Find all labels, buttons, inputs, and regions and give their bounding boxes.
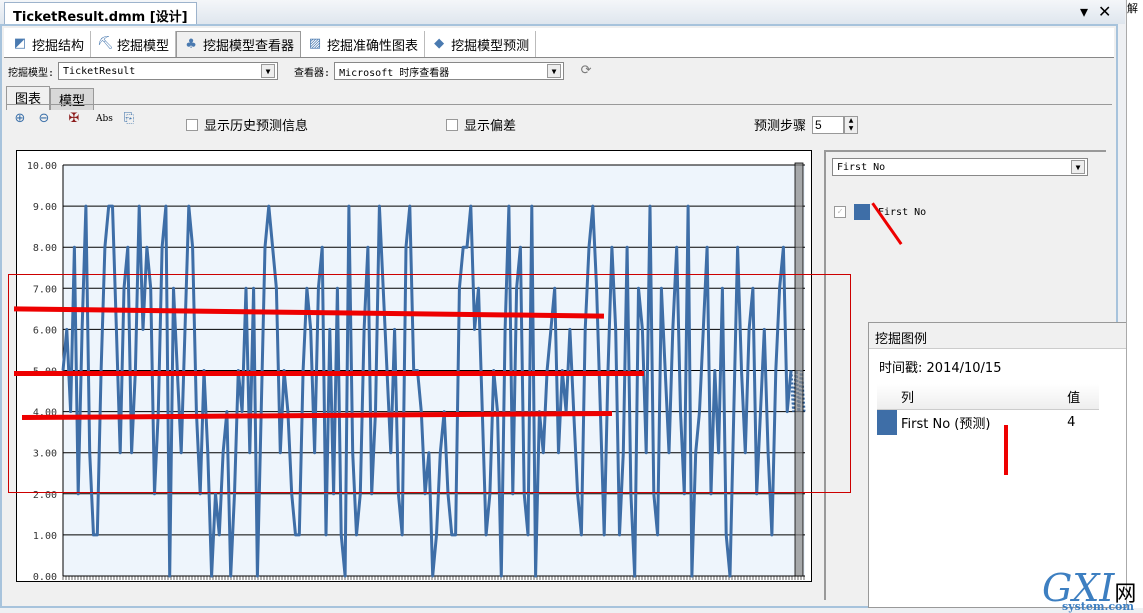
series-select[interactable]: First No ▼ xyxy=(832,158,1088,176)
zoom-out-icon[interactable]: ⊖ xyxy=(36,111,52,127)
mining-structure-icon: ◩ xyxy=(13,36,27,51)
tab-designer-1[interactable]: ⛏ 挖掘模型 xyxy=(91,31,177,57)
close-icon[interactable]: ✕ xyxy=(1098,2,1111,21)
legend-table-header: 列 值 xyxy=(877,384,1099,410)
annotation-box xyxy=(8,274,851,493)
tab-designer-2[interactable]: ♣ 挖掘模型查看器 xyxy=(176,31,302,57)
tab-designer-0[interactable]: ◩ 挖掘结构 xyxy=(6,31,92,57)
accuracy-chart-icon: ▨ xyxy=(308,36,322,51)
document-tab-bar: TicketResult.dmm [设计] ▾ ✕ xyxy=(0,0,1125,25)
row-color-swatch xyxy=(877,409,897,435)
series-select-value: First No xyxy=(837,161,886,173)
chevron-down-icon: ▼ xyxy=(261,64,276,78)
viewer-select[interactable]: Microsoft 时序查看器 ▼ xyxy=(334,62,565,80)
tab-list-icon[interactable]: ▾ xyxy=(1080,2,1088,21)
timestamp-row: 时间戳: 2014/10/15 xyxy=(869,349,1142,384)
legend-table: 列 值 First No (预测) 4 xyxy=(877,384,1099,435)
timestamp-value: 2014/10/15 xyxy=(926,361,1002,376)
show-history-option[interactable]: 显示历史预测信息 xyxy=(186,115,308,134)
prediction-steps-label: 预测步骤 xyxy=(754,119,807,134)
prediction-steps: 预测步骤 ▲▼ xyxy=(754,115,859,134)
prediction-steps-spinner[interactable]: ▲ ▼ xyxy=(844,115,859,134)
prediction-icon: ◆ xyxy=(434,36,445,51)
solution-explorer-pane: 解 xyxy=(1126,0,1143,608)
tab-label: 挖掘模型预测 xyxy=(451,38,530,54)
watermark: GXI网 system.com xyxy=(1042,566,1136,613)
series-color-swatch xyxy=(854,204,870,220)
tab-designer-4[interactable]: ◆ 挖掘模型预测 xyxy=(425,31,537,57)
annotation-arrow xyxy=(1004,425,1008,475)
y-tick-label: 8.00 xyxy=(33,243,57,254)
model-select[interactable]: TicketResult ▼ xyxy=(58,62,279,80)
model-select-value: TicketResult xyxy=(63,65,136,77)
show-deviation-checkbox[interactable] xyxy=(446,118,458,131)
column-header: 列 xyxy=(897,384,1064,410)
document-tab[interactable]: TicketResult.dmm [设计] xyxy=(4,2,197,25)
viewer-select-value: Microsoft 时序查看器 xyxy=(339,67,450,79)
fit-icon[interactable]: ✠ xyxy=(66,111,82,127)
swatch-header xyxy=(877,384,897,410)
tab-label: 挖掘结构 xyxy=(32,38,85,54)
model-viewer-icon: ♣ xyxy=(185,36,197,52)
timestamp-label: 时间戳: xyxy=(879,361,923,376)
designer-tabs: ◩ 挖掘结构 ⛏ 挖掘模型 ♣ 挖掘模型查看器 ▨ 挖掘准确性图表 ◆ 挖掘模型预测 xyxy=(4,28,1114,58)
table-row: First No (预测) 4 xyxy=(877,409,1099,435)
prediction-steps-input[interactable] xyxy=(812,115,845,134)
chart-toolbar: ⊕ ⊖ ✠ Abs ⎘ xyxy=(12,111,137,127)
mining-model-icon: ⛏ xyxy=(97,36,114,51)
watermark-site: system.com xyxy=(1062,600,1134,613)
value-header: 值 xyxy=(1063,384,1099,410)
solution-explorer-title: 解 xyxy=(1127,2,1138,15)
y-tick-label: 9.00 xyxy=(33,202,57,213)
tab-designer-3[interactable]: ▨ 挖掘准确性图表 xyxy=(301,31,426,57)
y-tick-label: 1.00 xyxy=(33,531,57,542)
chevron-down-icon: ▼ xyxy=(1071,160,1085,174)
tab-label: 挖掘模型查看器 xyxy=(203,39,295,54)
abs-button[interactable]: Abs xyxy=(96,114,113,124)
tab-label: 挖掘模型 xyxy=(117,38,170,54)
copy-icon[interactable]: ⎘ xyxy=(121,111,137,127)
row-value: 4 xyxy=(1067,415,1076,430)
annotation-arrow xyxy=(14,371,644,376)
zoom-in-icon[interactable]: ⊕ xyxy=(12,111,28,127)
show-history-checkbox[interactable] xyxy=(186,118,198,131)
y-tick-label: 10.00 xyxy=(27,161,57,172)
show-deviation-label: 显示偏差 xyxy=(464,119,517,134)
model-row: 挖掘模型: TicketResult ▼ 查看器: Microsoft 时序查看… xyxy=(8,62,594,80)
mining-legend-title: 挖掘图例 xyxy=(869,323,1142,349)
show-history-label: 显示历史预测信息 xyxy=(204,119,309,134)
viewer-label: 查看器: xyxy=(294,67,331,79)
y-tick-label: 0.00 xyxy=(33,572,57,583)
tab-label: 挖掘准确性图表 xyxy=(327,38,419,54)
series-checkbox[interactable]: ✓ xyxy=(834,206,846,218)
chevron-down-icon: ▼ xyxy=(547,64,562,78)
show-deviation-option[interactable]: 显示偏差 xyxy=(446,115,516,134)
model-label: 挖掘模型: xyxy=(8,67,55,79)
series-legend-label: First No xyxy=(878,206,927,218)
row-name: First No (预测) xyxy=(901,417,991,432)
refresh-icon[interactable]: ⟳ xyxy=(578,63,594,79)
